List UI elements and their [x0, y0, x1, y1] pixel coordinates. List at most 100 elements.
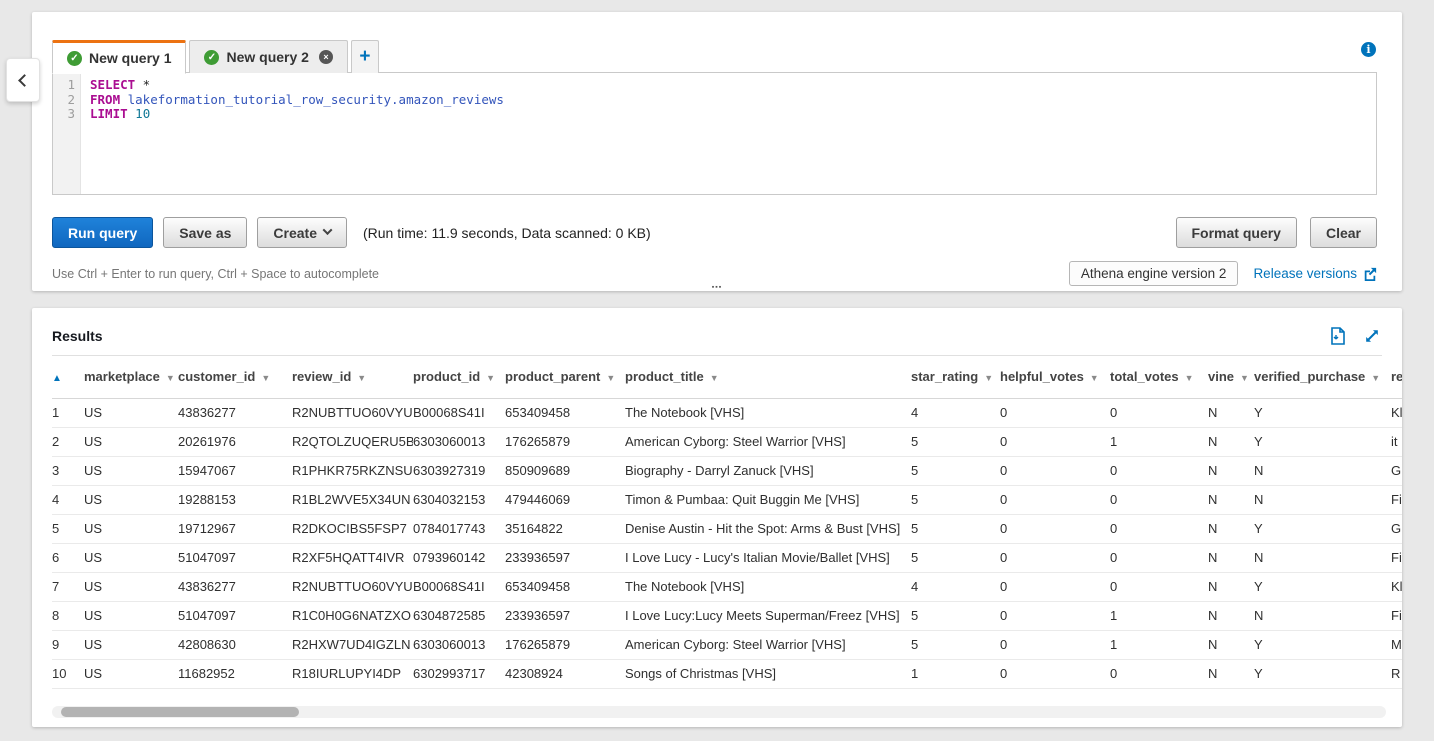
column-header-label: customer_id — [178, 369, 255, 384]
table-cell: US — [84, 456, 178, 485]
table-cell: it — [1391, 427, 1402, 456]
table-cell: 0 — [1000, 630, 1110, 659]
table-cell: R1BL2WVE5X34UN — [292, 485, 413, 514]
clear-button[interactable]: Clear — [1310, 217, 1377, 248]
row-number-cell: 6 — [52, 543, 84, 572]
tab-label: New query 2 — [226, 49, 308, 65]
table-cell: 0793960142 — [413, 543, 505, 572]
table-cell: N — [1208, 427, 1254, 456]
column-header-star_rating[interactable]: star_rating▼ — [911, 356, 1000, 398]
table-cell: 850909689 — [505, 456, 625, 485]
column-header-product_title[interactable]: product_title▼ — [625, 356, 911, 398]
close-tab-icon[interactable]: × — [319, 50, 333, 64]
sql-identifier: lakeformation_tutorial_row_security.amaz… — [120, 92, 504, 107]
table-cell: N — [1254, 543, 1391, 572]
horizontal-scrollbar[interactable] — [52, 706, 1386, 718]
save-as-button[interactable]: Save as — [163, 217, 247, 248]
table-cell: 176265879 — [505, 630, 625, 659]
new-tab-button[interactable]: + — [351, 40, 379, 73]
expand-results-icon[interactable] — [1364, 328, 1380, 344]
table-cell: Denise Austin - Hit the Spot: Arms & Bus… — [625, 514, 911, 543]
sql-keyword: SELECT — [90, 77, 135, 92]
collapse-sidebar-button[interactable] — [6, 58, 40, 102]
query-success-icon: ✓ — [204, 50, 219, 65]
table-cell: N — [1208, 543, 1254, 572]
results-table: ▲ marketplace▼customer_id▼review_id▼prod… — [52, 356, 1402, 689]
table-cell: R2NUBTTUO60VYU — [292, 572, 413, 601]
column-filter-icon[interactable]: ▼ — [1185, 373, 1194, 383]
sql-text: * — [135, 77, 150, 92]
column-header-customer_id[interactable]: customer_id ▼ — [178, 356, 292, 398]
table-cell: 653409458 — [505, 572, 625, 601]
column-filter-icon[interactable]: ▼ — [1371, 373, 1380, 383]
sql-editor[interactable]: 1 2 3 SELECT * FROM lakeformation_tutori… — [52, 72, 1377, 195]
table-cell: 51047097 — [178, 601, 292, 630]
table-cell: 15947067 — [178, 456, 292, 485]
external-link-icon — [1363, 267, 1377, 281]
column-header-label: re — [1391, 369, 1402, 384]
column-filter-icon[interactable]: ▼ — [1090, 373, 1099, 383]
table-cell: 176265879 — [505, 427, 625, 456]
column-filter-icon[interactable]: ▼ — [984, 373, 993, 383]
column-header-verified_purchase[interactable]: verified_purchase▼ — [1254, 356, 1391, 398]
row-number-cell: 1 — [52, 398, 84, 427]
column-header-label: marketplace — [84, 369, 160, 384]
table-cell: R — [1391, 659, 1402, 688]
download-results-icon[interactable] — [1330, 327, 1346, 345]
table-row: 3US15947067R1PHKR75RKZNSU630392731985090… — [52, 456, 1402, 485]
results-panel: Results ▲ — [32, 308, 1402, 727]
column-header-label: product_parent — [505, 369, 600, 384]
table-cell: Y — [1254, 427, 1391, 456]
create-dropdown-button[interactable]: Create — [257, 217, 347, 248]
column-header-re[interactable]: re▼ — [1391, 356, 1402, 398]
table-cell: US — [84, 543, 178, 572]
tab-new-query-1[interactable]: ✓ New query 1 — [52, 40, 186, 74]
column-header-label: helpful_votes — [1000, 369, 1084, 384]
table-cell: 0 — [1000, 543, 1110, 572]
line-number: 1 — [53, 78, 75, 93]
table-cell: Biography - Darryl Zanuck [VHS] — [625, 456, 911, 485]
run-query-button[interactable]: Run query — [52, 217, 153, 248]
table-cell: R2DKOCIBS5FSP7 — [292, 514, 413, 543]
table-cell: 42308924 — [505, 659, 625, 688]
row-number-cell: 5 — [52, 514, 84, 543]
column-filter-icon[interactable]: ▼ — [166, 373, 175, 383]
table-cell: 51047097 — [178, 543, 292, 572]
row-number-cell: 7 — [52, 572, 84, 601]
column-filter-icon[interactable]: ▼ — [606, 373, 615, 383]
column-filter-icon[interactable]: ▼ — [357, 373, 366, 383]
column-header-product_id[interactable]: product_id▼ — [413, 356, 505, 398]
table-cell: 6304872585 — [413, 601, 505, 630]
column-header-vine[interactable]: vine ▼ — [1208, 356, 1254, 398]
table-row: 4US19288153R1BL2WVE5X34UN630403215347944… — [52, 485, 1402, 514]
table-cell: 5 — [911, 485, 1000, 514]
table-cell: 6303060013 — [413, 630, 505, 659]
row-number-header[interactable]: ▲ — [52, 356, 84, 398]
create-button-label: Create — [273, 225, 317, 241]
sort-ascending-icon: ▲ — [52, 373, 62, 384]
info-icon[interactable]: i — [1361, 42, 1376, 57]
panel-resize-handle[interactable]: ▪▪▪ — [712, 285, 722, 291]
table-cell: 6303060013 — [413, 427, 505, 456]
row-number-cell: 9 — [52, 630, 84, 659]
column-filter-icon[interactable]: ▼ — [1240, 373, 1249, 383]
sql-keyword: LIMIT — [90, 106, 128, 121]
release-versions-link[interactable]: Release versions — [1253, 266, 1377, 281]
line-number: 3 — [53, 107, 75, 122]
tab-new-query-2[interactable]: ✓ New query 2 × — [189, 40, 347, 73]
column-header-marketplace[interactable]: marketplace ▼ — [84, 356, 178, 398]
table-cell: 0 — [1110, 659, 1208, 688]
column-header-helpful_votes[interactable]: helpful_votes ▼ — [1000, 356, 1110, 398]
column-filter-icon[interactable]: ▼ — [710, 373, 719, 383]
column-header-review_id[interactable]: review_id▼ — [292, 356, 413, 398]
column-header-product_parent[interactable]: product_parent ▼ — [505, 356, 625, 398]
table-row: 9US42808630R2HXW7UD4IGZLN630306001317626… — [52, 630, 1402, 659]
column-header-label: vine — [1208, 369, 1234, 384]
table-cell: G — [1391, 456, 1402, 485]
column-filter-icon[interactable]: ▼ — [486, 373, 495, 383]
column-header-total_votes[interactable]: total_votes▼ — [1110, 356, 1208, 398]
format-query-button[interactable]: Format query — [1176, 217, 1297, 248]
column-filter-icon[interactable]: ▼ — [261, 373, 270, 383]
table-cell: 11682952 — [178, 659, 292, 688]
scrollbar-thumb[interactable] — [61, 707, 299, 717]
